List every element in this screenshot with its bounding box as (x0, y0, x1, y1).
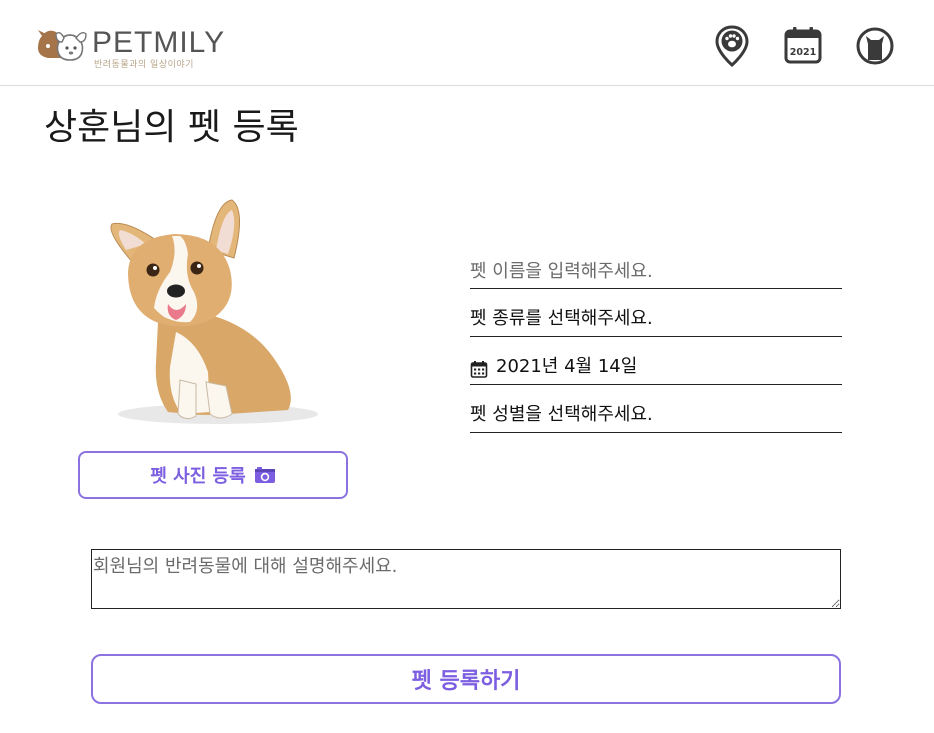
add-pet-photo-label: 펫 사진 등록 (150, 466, 246, 487)
camera-icon (254, 467, 275, 483)
pet-gender-select[interactable]: 펫 성별을 선택해주세요. (470, 385, 842, 433)
logo-text: PETMILY (92, 26, 226, 59)
pet-name-input[interactable] (470, 261, 842, 282)
pet-birthdate-value: 2021년 4월 14일 (496, 356, 638, 377)
pet-description-textarea[interactable] (91, 549, 841, 609)
logo-pets-icon (38, 30, 87, 61)
register-pet-button[interactable]: 펫 등록하기 (91, 654, 841, 704)
calendar-icon[interactable]: 2021 (783, 24, 823, 68)
add-pet-photo-button[interactable]: 펫 사진 등록 (78, 451, 348, 499)
map-paw-pin-icon[interactable] (712, 24, 752, 68)
petmily-logo[interactable]: PETMILY 반려동물과의 일상이야기 (34, 26, 234, 72)
calendar-year: 2021 (790, 47, 816, 58)
page-title: 상훈님의 펫 등록 (44, 107, 299, 148)
pet-info-form: 펫 종류를 선택해주세요. 2021년 4월 14일 펫 성별을 선택해주세요. (470, 248, 842, 433)
pet-type-select[interactable]: 펫 종류를 선택해주세요. (470, 289, 842, 337)
top-header: PETMILY 반려동물과의 일상이야기 2021 (0, 0, 934, 86)
pet-gender-label: 펫 성별을 선택해주세요. (470, 404, 653, 425)
logo-subtitle: 반려동물과의 일상이야기 (94, 60, 194, 70)
pet-birthdate-field[interactable]: 2021년 4월 14일 (470, 337, 842, 385)
pet-type-label: 펫 종류를 선택해주세요. (470, 308, 653, 329)
calendar-small-icon (470, 360, 488, 378)
profile-icon[interactable] (855, 24, 895, 68)
pet-name-field[interactable] (470, 248, 842, 289)
pet-photo (110, 199, 318, 424)
register-pet-label: 펫 등록하기 (411, 669, 521, 694)
